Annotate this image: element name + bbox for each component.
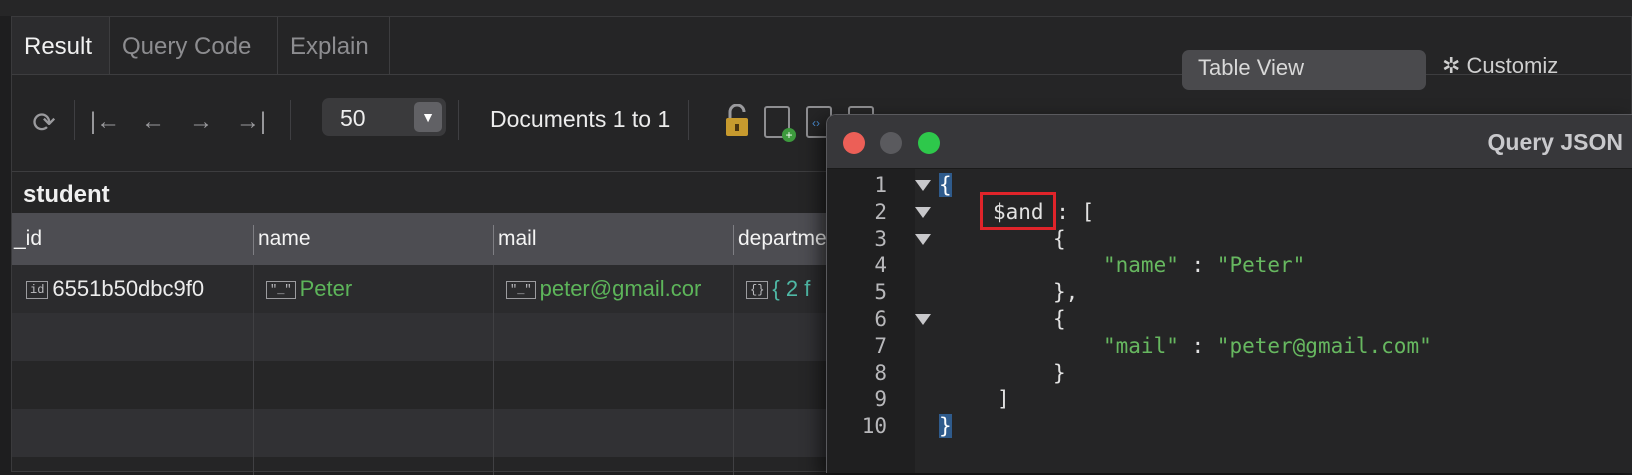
table-row-empty	[12, 361, 832, 409]
line-number: 2	[874, 200, 887, 224]
cell-department-value: { 2 f	[772, 276, 811, 301]
line-number: 8	[874, 361, 887, 385]
table-header: _id name mail departme	[12, 213, 832, 265]
code-line-3: {	[1053, 227, 1066, 251]
code-line-5: },	[1053, 280, 1079, 304]
line-number: 4	[874, 253, 887, 277]
cell-department[interactable]: {}{ 2 f	[746, 265, 832, 313]
collection-title: student	[23, 181, 110, 208]
fold-toggle-icon[interactable]	[915, 314, 931, 325]
line-number: 3	[874, 227, 887, 251]
maximize-window-button[interactable]	[918, 132, 940, 154]
unlock-icon[interactable]	[724, 104, 750, 138]
top-strip	[0, 0, 1632, 16]
string-type-icon: "_"	[266, 281, 296, 300]
cell-name[interactable]: "_" Peter	[266, 265, 492, 313]
code-line-4: "name" : "Peter"	[1103, 253, 1306, 277]
line-number: 7	[874, 334, 887, 358]
code-line-6: {	[1053, 307, 1066, 331]
previous-page-icon[interactable]: ←	[136, 104, 170, 140]
cell-mail-value: peter@gmail.cor	[539, 276, 702, 301]
tab-explain[interactable]: Explain	[278, 17, 390, 74]
column-header-mail[interactable]: mail	[498, 213, 537, 265]
line-number: 6	[874, 307, 887, 331]
string-type-icon: "_"	[506, 281, 536, 300]
code-line-1: {	[939, 173, 952, 197]
add-document-icon[interactable]: +	[764, 106, 796, 142]
column-header-name[interactable]: name	[258, 213, 311, 265]
gear-icon: ✲	[1442, 53, 1467, 78]
code-line-10: }	[939, 414, 952, 438]
objectid-type-icon: id	[26, 281, 49, 300]
fold-toggle-icon[interactable]	[915, 180, 931, 191]
cell-name-value: Peter	[299, 276, 353, 301]
window-title: Query JSON	[1487, 129, 1624, 155]
cell-mail[interactable]: "_" peter@gmail.cor	[506, 265, 732, 313]
line-number-gutter: 1 2 3 4 5 6 7 8 9 10	[827, 169, 915, 473]
column-header-id[interactable]: _id	[14, 213, 42, 265]
cell-id[interactable]: id 6551b50dbc9f0	[26, 265, 252, 313]
window-title-bar[interactable]: Query JSON	[827, 115, 1632, 169]
close-window-button[interactable]	[843, 132, 865, 154]
table-row-empty	[12, 409, 832, 457]
refresh-icon[interactable]: ⟳	[26, 104, 62, 140]
code-line-9: ]	[997, 387, 1010, 411]
table-row[interactable]: id 6551b50dbc9f0 "_" Peter "_" peter@gmail.…	[12, 265, 832, 313]
customize-label: Customiz	[1466, 53, 1559, 78]
chevron-down-icon: ▼	[414, 102, 442, 132]
next-page-icon[interactable]: →	[184, 104, 218, 140]
view-mode-label: Table View	[1198, 55, 1304, 80]
query-json-window: Query JSON 1 2 3 4 5 6 7 8 9 10 { $and :…	[826, 114, 1632, 473]
minimize-window-button[interactable]	[880, 132, 902, 154]
cell-id-value: 6551b50dbc9f0	[52, 276, 205, 301]
code-line-7: "mail" : "peter@gmail.com"	[1103, 334, 1432, 358]
tab-query-code[interactable]: Query Code	[110, 17, 278, 74]
line-number: 9	[874, 387, 887, 411]
line-number: 1	[874, 173, 887, 197]
line-number: 5	[874, 280, 887, 304]
limit-select[interactable]: 50 ▼	[322, 98, 446, 136]
column-header-department[interactable]: departme	[738, 213, 827, 265]
tab-result[interactable]: Result	[12, 17, 110, 74]
last-page-icon[interactable]: →|	[232, 104, 270, 140]
first-page-icon[interactable]: |←	[88, 104, 122, 140]
fold-toggle-icon[interactable]	[915, 234, 931, 245]
highlight-box	[980, 192, 1056, 230]
code-line-8: }	[1053, 361, 1066, 385]
view-mode-select[interactable]: Table View	[1182, 50, 1426, 90]
object-type-icon: {}	[746, 281, 769, 300]
customize-button[interactable]: ✲ Customiz	[1442, 53, 1558, 79]
table-row-empty	[12, 313, 832, 361]
line-number: 10	[861, 414, 887, 438]
fold-toggle-icon[interactable]	[915, 207, 931, 218]
documents-range: Documents 1 to 1	[490, 106, 671, 132]
limit-value: 50	[340, 105, 366, 131]
